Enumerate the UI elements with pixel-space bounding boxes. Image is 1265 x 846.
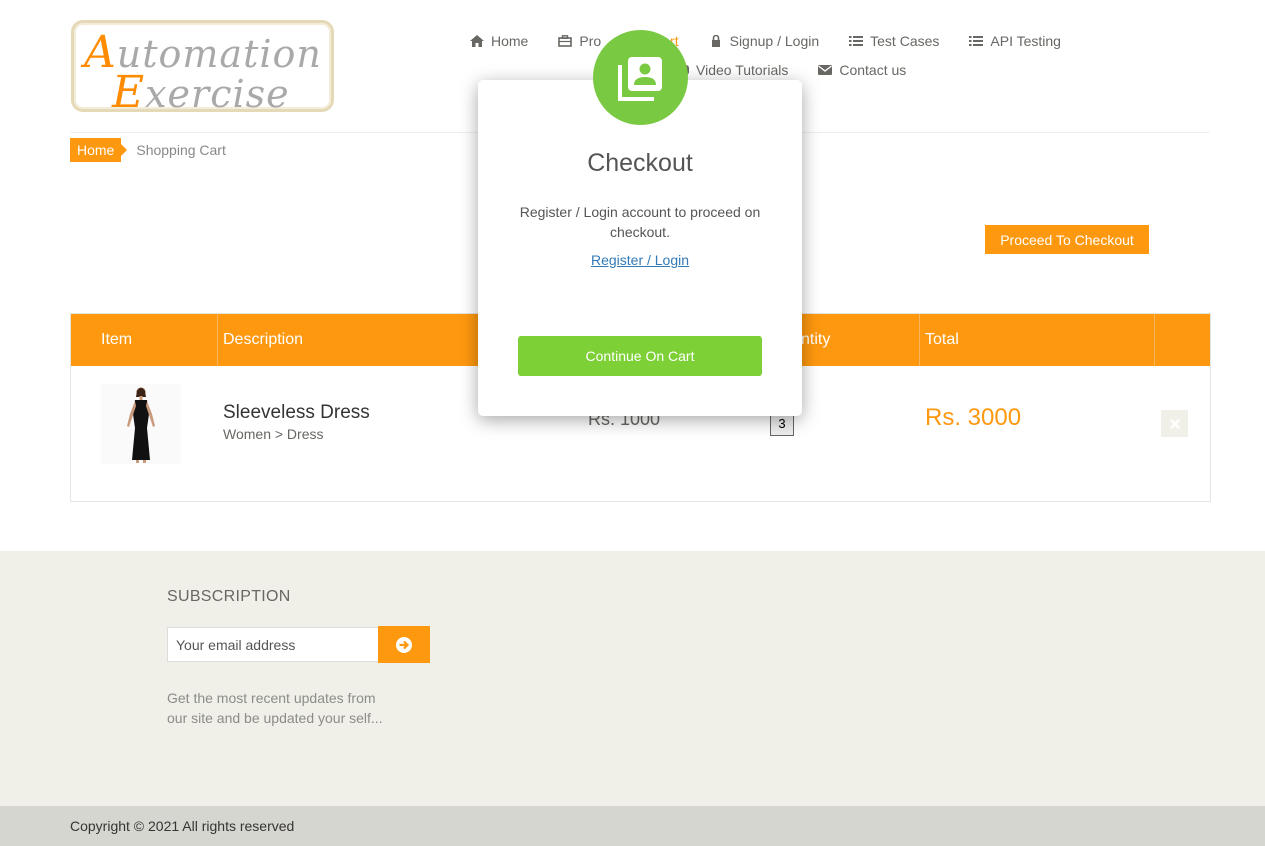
arrow-circle-right-icon [396, 636, 412, 653]
product-category: Women > Dress [223, 426, 324, 442]
nav-contact-us[interactable]: Contact us [818, 62, 906, 78]
footer-bottom: Copyright © 2021 All rights reserved [0, 806, 1265, 846]
col-quantity: ntity [801, 314, 920, 366]
list-icon [849, 35, 864, 46]
product-image[interactable] [101, 384, 181, 464]
proceed-to-checkout-button[interactable]: Proceed To Checkout [985, 225, 1149, 254]
nav-products-label: Pro [579, 32, 602, 49]
modal-text: Register / Login account to proceed on c… [519, 204, 761, 240]
col-item: Item [71, 314, 218, 366]
close-icon [1169, 418, 1180, 429]
modal-title: Checkout [587, 149, 693, 177]
copyright-text: Copyright © 2021 All rights reserved [70, 818, 295, 834]
product-name[interactable]: Sleeveless Dress [223, 402, 370, 424]
logo-line-2: Exercise [112, 67, 290, 118]
subscribe-button[interactable] [378, 626, 430, 663]
nav-home[interactable]: Home [470, 33, 528, 49]
nav-products[interactable]: Pro [558, 33, 601, 49]
product-total: Rs. 3000 [925, 404, 1022, 431]
nav-row-1: Home Pro Cart Signup / Login Test Cases … [470, 26, 1130, 55]
list-icon [969, 35, 984, 46]
modal-icon-circle [593, 30, 688, 125]
nav-api-label: API Testing [990, 32, 1061, 49]
dress-image [127, 387, 155, 463]
col-description: Description [218, 314, 518, 366]
nav-signup-login[interactable]: Signup / Login [709, 32, 820, 49]
continue-on-cart-button[interactable]: Continue On Cart [518, 336, 762, 376]
nav-contact-label: Contact us [839, 61, 907, 78]
main-nav: Home Pro Cart Signup / Login Test Cases … [470, 26, 1130, 84]
nav-home-label: Home [491, 32, 529, 49]
nav-api-testing[interactable]: API Testing [969, 33, 1061, 49]
subscription-email-input[interactable] [167, 627, 379, 662]
footer-widget: SUBSCRIPTION Get the most recent updates… [0, 551, 1265, 806]
lock-icon [711, 34, 720, 47]
breadcrumb: Home Shopping Cart [70, 138, 226, 162]
subscription-title: SUBSCRIPTION [167, 588, 291, 605]
nav-video-label: Video Tutorials [696, 61, 789, 78]
nav-test-cases[interactable]: Test Cases [849, 33, 939, 49]
breadcrumb-current: Shopping Cart [136, 142, 226, 158]
nav-video-tutorials[interactable]: Video Tutorials [675, 62, 788, 78]
subscription-text: Get the most recent updates from our sit… [167, 690, 383, 726]
nav-test-cases-label: Test Cases [870, 32, 940, 49]
site-logo[interactable]: Automation Exercise [71, 20, 334, 118]
nav-signup-label: Signup / Login [729, 32, 820, 49]
page: Automation Exercise Home Pro Cart Signup… [0, 0, 1265, 846]
products-icon [558, 34, 573, 47]
envelope-icon [818, 64, 833, 75]
breadcrumb-home[interactable]: Home [70, 138, 128, 162]
register-login-link[interactable]: Register / Login [478, 252, 802, 268]
checkout-modal: Checkout Register / Login account to pro… [478, 80, 802, 416]
home-icon [470, 34, 484, 47]
col-total: Total [920, 314, 1155, 366]
contacts-icon [617, 56, 662, 101]
delete-item-button[interactable] [1161, 410, 1188, 437]
